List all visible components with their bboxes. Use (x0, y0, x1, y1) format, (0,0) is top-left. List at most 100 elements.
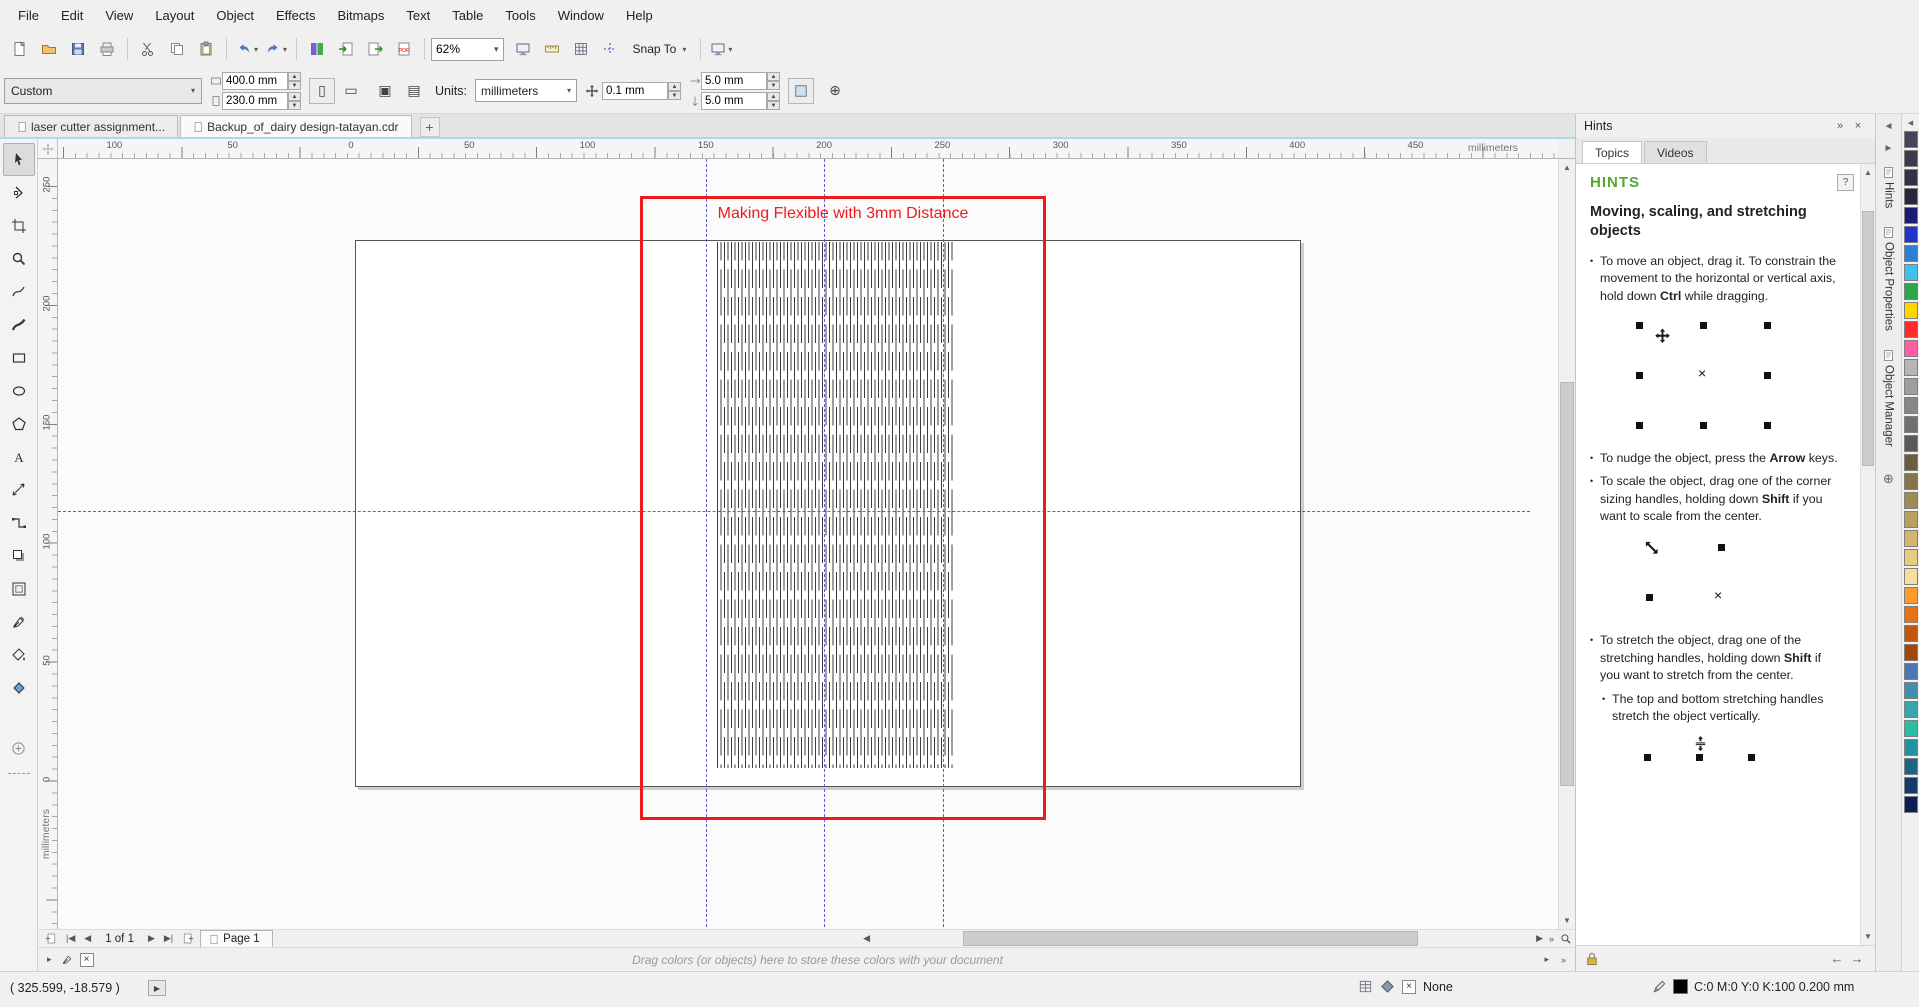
color-swatch[interactable] (1903, 283, 1918, 300)
page-width-input[interactable] (222, 71, 288, 90)
hints-scroll-track[interactable] (1861, 181, 1875, 928)
chevron-down-icon[interactable]: ▾ (728, 45, 732, 54)
freehand-tool[interactable] (3, 275, 35, 308)
docker-tab-hints[interactable]: Hints (1882, 162, 1895, 212)
chevron-down-icon[interactable]: ▾ (254, 45, 258, 54)
color-swatch[interactable] (1903, 511, 1918, 528)
units-dropdown[interactable]: millimeters ▾ (474, 79, 577, 102)
chevron-down-icon[interactable]: ▾ (567, 86, 571, 95)
color-swatch[interactable] (1903, 150, 1918, 167)
menu-text[interactable]: Text (396, 4, 440, 27)
no-color-swatch[interactable]: × (79, 952, 94, 967)
outline-pen-icon[interactable] (1652, 979, 1667, 994)
fill-none-swatch[interactable]: × (1402, 979, 1416, 994)
docker-tab-object-manager[interactable]: Object Manager (1882, 345, 1895, 451)
zoom-corner-icon[interactable] (1557, 933, 1575, 945)
page-height-input[interactable] (222, 91, 288, 110)
color-swatch[interactable] (1903, 644, 1918, 661)
new-tab-button[interactable]: + (419, 117, 440, 137)
publish-pdf-button[interactable]: PDF (390, 36, 418, 63)
copy-button[interactable] (163, 36, 191, 63)
back-arrow-icon[interactable]: ← (1827, 951, 1847, 966)
color-swatch[interactable] (1903, 587, 1918, 604)
color-eyedropper-tool[interactable] (3, 605, 35, 638)
color-swatch[interactable] (1903, 777, 1918, 794)
application-launcher-button[interactable]: ▾ (707, 36, 735, 63)
add-tools-button[interactable] (3, 732, 35, 765)
color-swatch[interactable] (1903, 568, 1918, 585)
shape-tool[interactable] (3, 176, 35, 209)
annotation-rectangle[interactable] (640, 196, 1046, 820)
tab-topics[interactable]: Topics (1582, 141, 1643, 163)
color-swatch[interactable] (1903, 701, 1918, 718)
color-swatch[interactable] (1903, 682, 1918, 699)
tab-videos[interactable]: Videos (1644, 141, 1707, 163)
menu-file[interactable]: File (8, 4, 49, 27)
show-grid-button[interactable] (567, 36, 595, 63)
parallel-dimension-tool[interactable] (3, 473, 35, 506)
vertical-scroll-thumb[interactable] (1560, 382, 1574, 786)
vertical-scrollbar[interactable]: ▲ ▼ (1558, 159, 1575, 929)
zoom-level-input[interactable] (436, 42, 488, 56)
color-swatch[interactable] (1903, 796, 1918, 813)
color-swatch[interactable] (1903, 435, 1918, 452)
cut-button[interactable] (134, 36, 162, 63)
add-page-end-button[interactable] (179, 932, 197, 945)
vertical-scroll-track[interactable] (1559, 176, 1575, 912)
close-icon[interactable]: × (1849, 120, 1867, 132)
zoom-level-combo[interactable]: ▾ (431, 37, 504, 61)
scroll-down-icon[interactable]: ▼ (1559, 912, 1575, 929)
save-button[interactable] (64, 36, 92, 63)
previous-page-button[interactable]: ◀ (81, 933, 94, 944)
color-swatch[interactable] (1903, 359, 1918, 376)
print-button[interactable] (93, 36, 121, 63)
color-swatch[interactable] (1903, 720, 1918, 737)
show-guidelines-button[interactable] (596, 36, 624, 63)
snap-to-dropdown[interactable]: Snap To ▾ (625, 36, 695, 62)
rectangle-tool[interactable] (3, 341, 35, 374)
interactive-fill-tool[interactable] (3, 638, 35, 671)
color-swatch[interactable] (1903, 416, 1918, 433)
hints-scroll-thumb[interactable] (1862, 211, 1874, 466)
menu-view[interactable]: View (95, 4, 143, 27)
color-swatch[interactable] (1903, 549, 1918, 566)
menu-bitmaps[interactable]: Bitmaps (327, 4, 394, 27)
color-swatch[interactable] (1903, 492, 1918, 509)
duplicate-y-stepper[interactable]: ▲ ▼ (766, 91, 780, 110)
scroll-down-icon[interactable]: ▼ (1861, 928, 1875, 945)
outline-color-swatch[interactable] (1673, 979, 1688, 994)
forward-arrow-icon[interactable]: → (1847, 951, 1867, 966)
color-swatch[interactable] (1903, 226, 1918, 243)
palette-flyout-icon[interactable]: ▸ (44, 954, 55, 965)
menu-help[interactable]: Help (616, 4, 663, 27)
customize-plus-button[interactable]: ⊕ (822, 78, 848, 104)
more-scroll-icon[interactable]: » (1546, 934, 1557, 944)
redo-button[interactable]: ▾ (262, 36, 290, 63)
smart-fill-tool[interactable] (3, 671, 35, 704)
color-swatch[interactable] (1903, 245, 1918, 262)
menu-table[interactable]: Table (442, 4, 493, 27)
menu-object[interactable]: Object (206, 4, 264, 27)
docker-tab-object-properties[interactable]: Object Properties (1882, 222, 1895, 335)
contour-tool[interactable] (3, 572, 35, 605)
polygon-tool[interactable] (3, 407, 35, 440)
chevron-down-icon[interactable]: ▾ (494, 44, 499, 55)
duplicate-x-stepper[interactable]: ▲ ▼ (766, 71, 780, 90)
horizontal-scroll-thumb[interactable] (963, 931, 1419, 946)
scroll-right-icon[interactable]: ▶ (1533, 933, 1546, 944)
duplicate-y-input[interactable] (700, 91, 767, 110)
welcome-screen-button[interactable] (303, 36, 331, 63)
menu-tools[interactable]: Tools (495, 4, 545, 27)
color-swatch[interactable] (1903, 606, 1918, 623)
menu-layout[interactable]: Layout (145, 4, 204, 27)
chevron-down-icon[interactable]: ▾ (191, 86, 195, 95)
dock-pin-icon[interactable]: ◄ (1880, 118, 1898, 134)
menu-edit[interactable]: Edit (51, 4, 93, 27)
new-document-button[interactable] (6, 36, 34, 63)
page-size-preset-dropdown[interactable]: Custom ▾ (4, 77, 202, 104)
fill-color-icon[interactable] (1380, 979, 1395, 994)
color-swatch[interactable] (1903, 321, 1918, 338)
all-pages-button[interactable]: ▣ (372, 78, 398, 104)
color-swatch[interactable] (1903, 207, 1918, 224)
annotation-text[interactable]: Making Flexible with 3mm Distance (640, 205, 1046, 223)
